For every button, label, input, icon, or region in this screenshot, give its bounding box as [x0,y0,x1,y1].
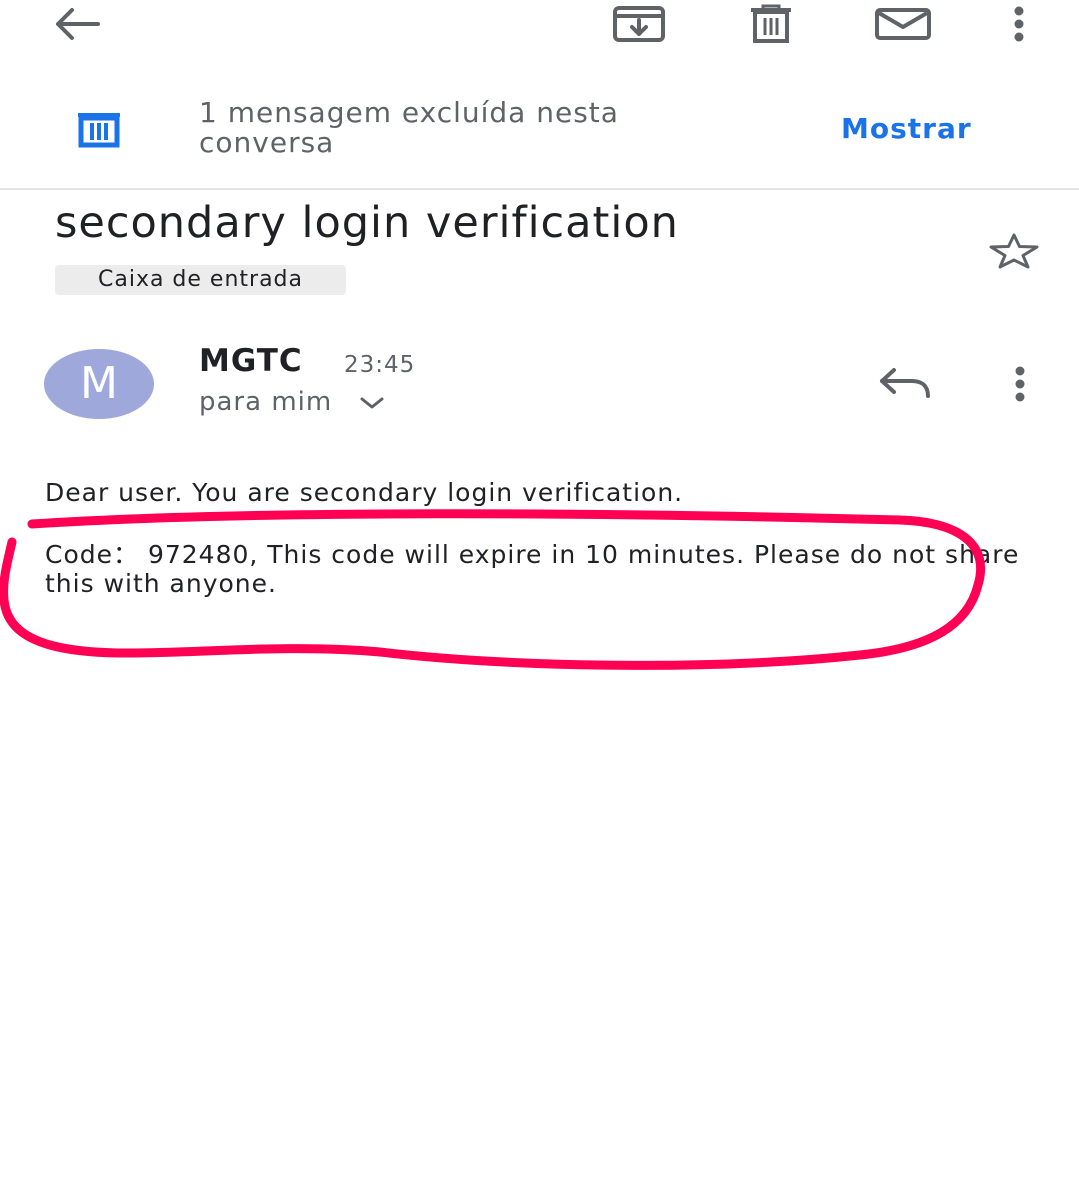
recipient-label: para mim [199,387,333,417]
email-body-code: Code： 972480, This code will expire in 1… [45,540,1020,598]
sent-time: 23:45 [344,352,416,378]
recipient-details-toggle[interactable]: para mim [199,387,385,417]
divider [0,188,1079,190]
banner-trash-icon [76,110,122,152]
sender-avatar[interactable]: M [44,349,154,419]
star-button[interactable] [988,233,1040,273]
email-body-greeting: Dear user. You are secondary login verif… [45,478,684,507]
delete-button[interactable] [746,0,796,48]
archive-button[interactable] [610,0,668,48]
archive-icon [613,6,665,42]
inbox-label-chip[interactable]: Caixa de entrada [55,265,346,295]
message-more-button[interactable] [1013,366,1027,406]
sender-name[interactable]: MGTC [199,343,303,379]
email-subject: secondary login verification [55,198,679,248]
trash-icon [751,4,791,43]
chevron-down-icon [360,397,384,408]
envelope-icon [875,8,931,40]
banner-message: 1 mensagem excluída nesta conversa [199,96,619,159]
more-vert-icon [1014,6,1024,42]
mark-unread-button[interactable] [872,0,934,48]
more-vert-icon [1015,366,1025,402]
show-button[interactable]: Mostrar [841,112,972,145]
reply-button[interactable] [878,366,932,404]
arrow-left-icon [56,8,100,40]
more-options-button[interactable] [1004,0,1034,48]
back-button[interactable] [50,0,102,48]
reply-icon [880,368,930,398]
star-outline-icon [989,233,1039,269]
